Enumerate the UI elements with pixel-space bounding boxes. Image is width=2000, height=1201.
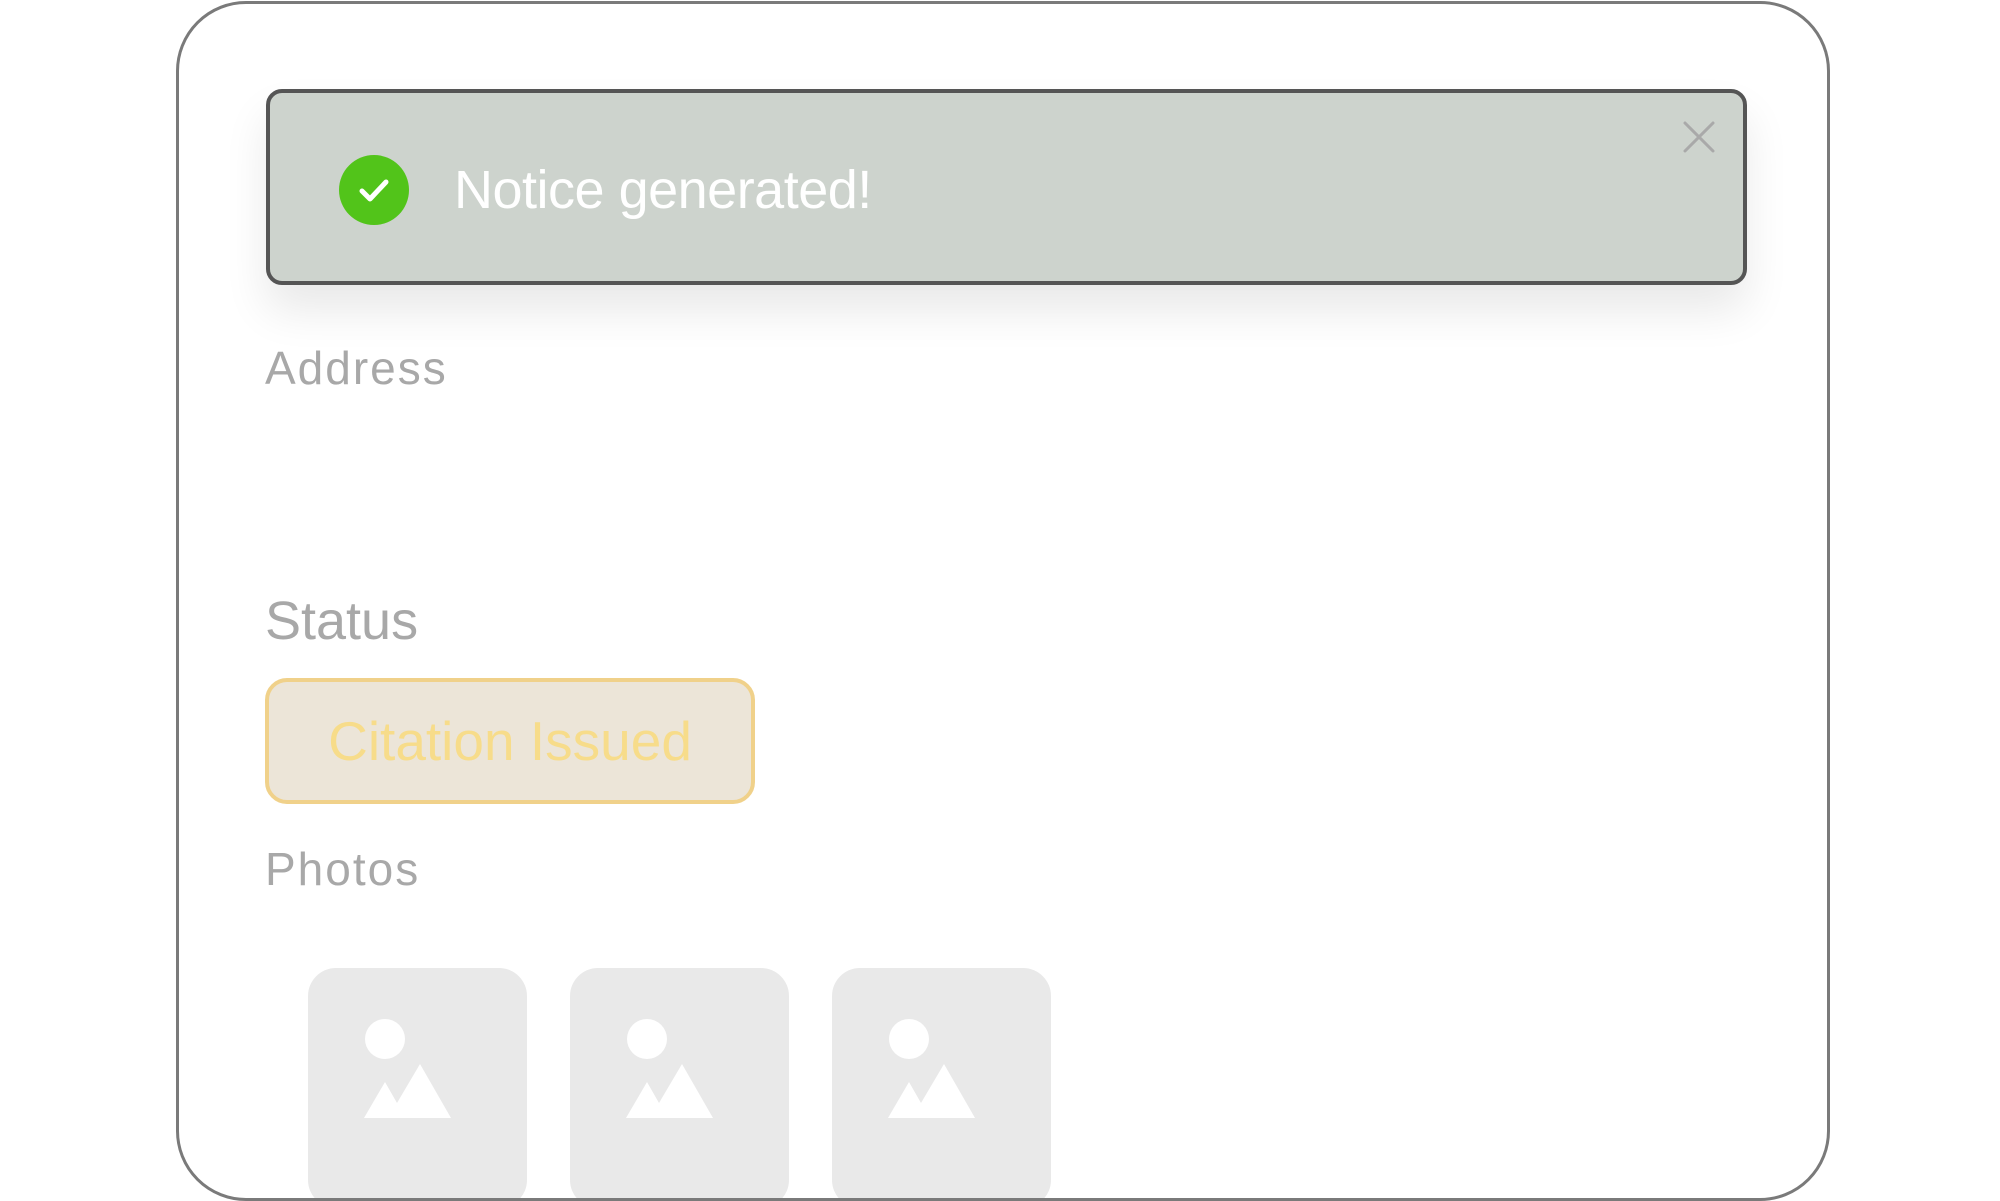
- close-icon[interactable]: [1681, 119, 1717, 155]
- success-toast: Notice generated!: [266, 89, 1747, 285]
- check-circle-icon: [339, 155, 409, 225]
- toast-message: Notice generated!: [454, 160, 872, 220]
- address-label: Address: [265, 342, 448, 394]
- photo-thumbnail[interactable]: [832, 968, 1051, 1198]
- photo-thumbnail[interactable]: [570, 968, 789, 1198]
- image-placeholder-icon: [364, 1019, 451, 1118]
- status-badge: Citation Issued: [265, 678, 755, 804]
- device-frame: Notice generated! Address Status Citatio…: [176, 1, 1830, 1201]
- photo-thumbnail[interactable]: [308, 968, 527, 1198]
- image-placeholder-icon: [888, 1019, 975, 1118]
- image-placeholder-icon: [626, 1019, 713, 1118]
- photos-label: Photos: [265, 843, 421, 895]
- status-label: Status: [265, 591, 419, 651]
